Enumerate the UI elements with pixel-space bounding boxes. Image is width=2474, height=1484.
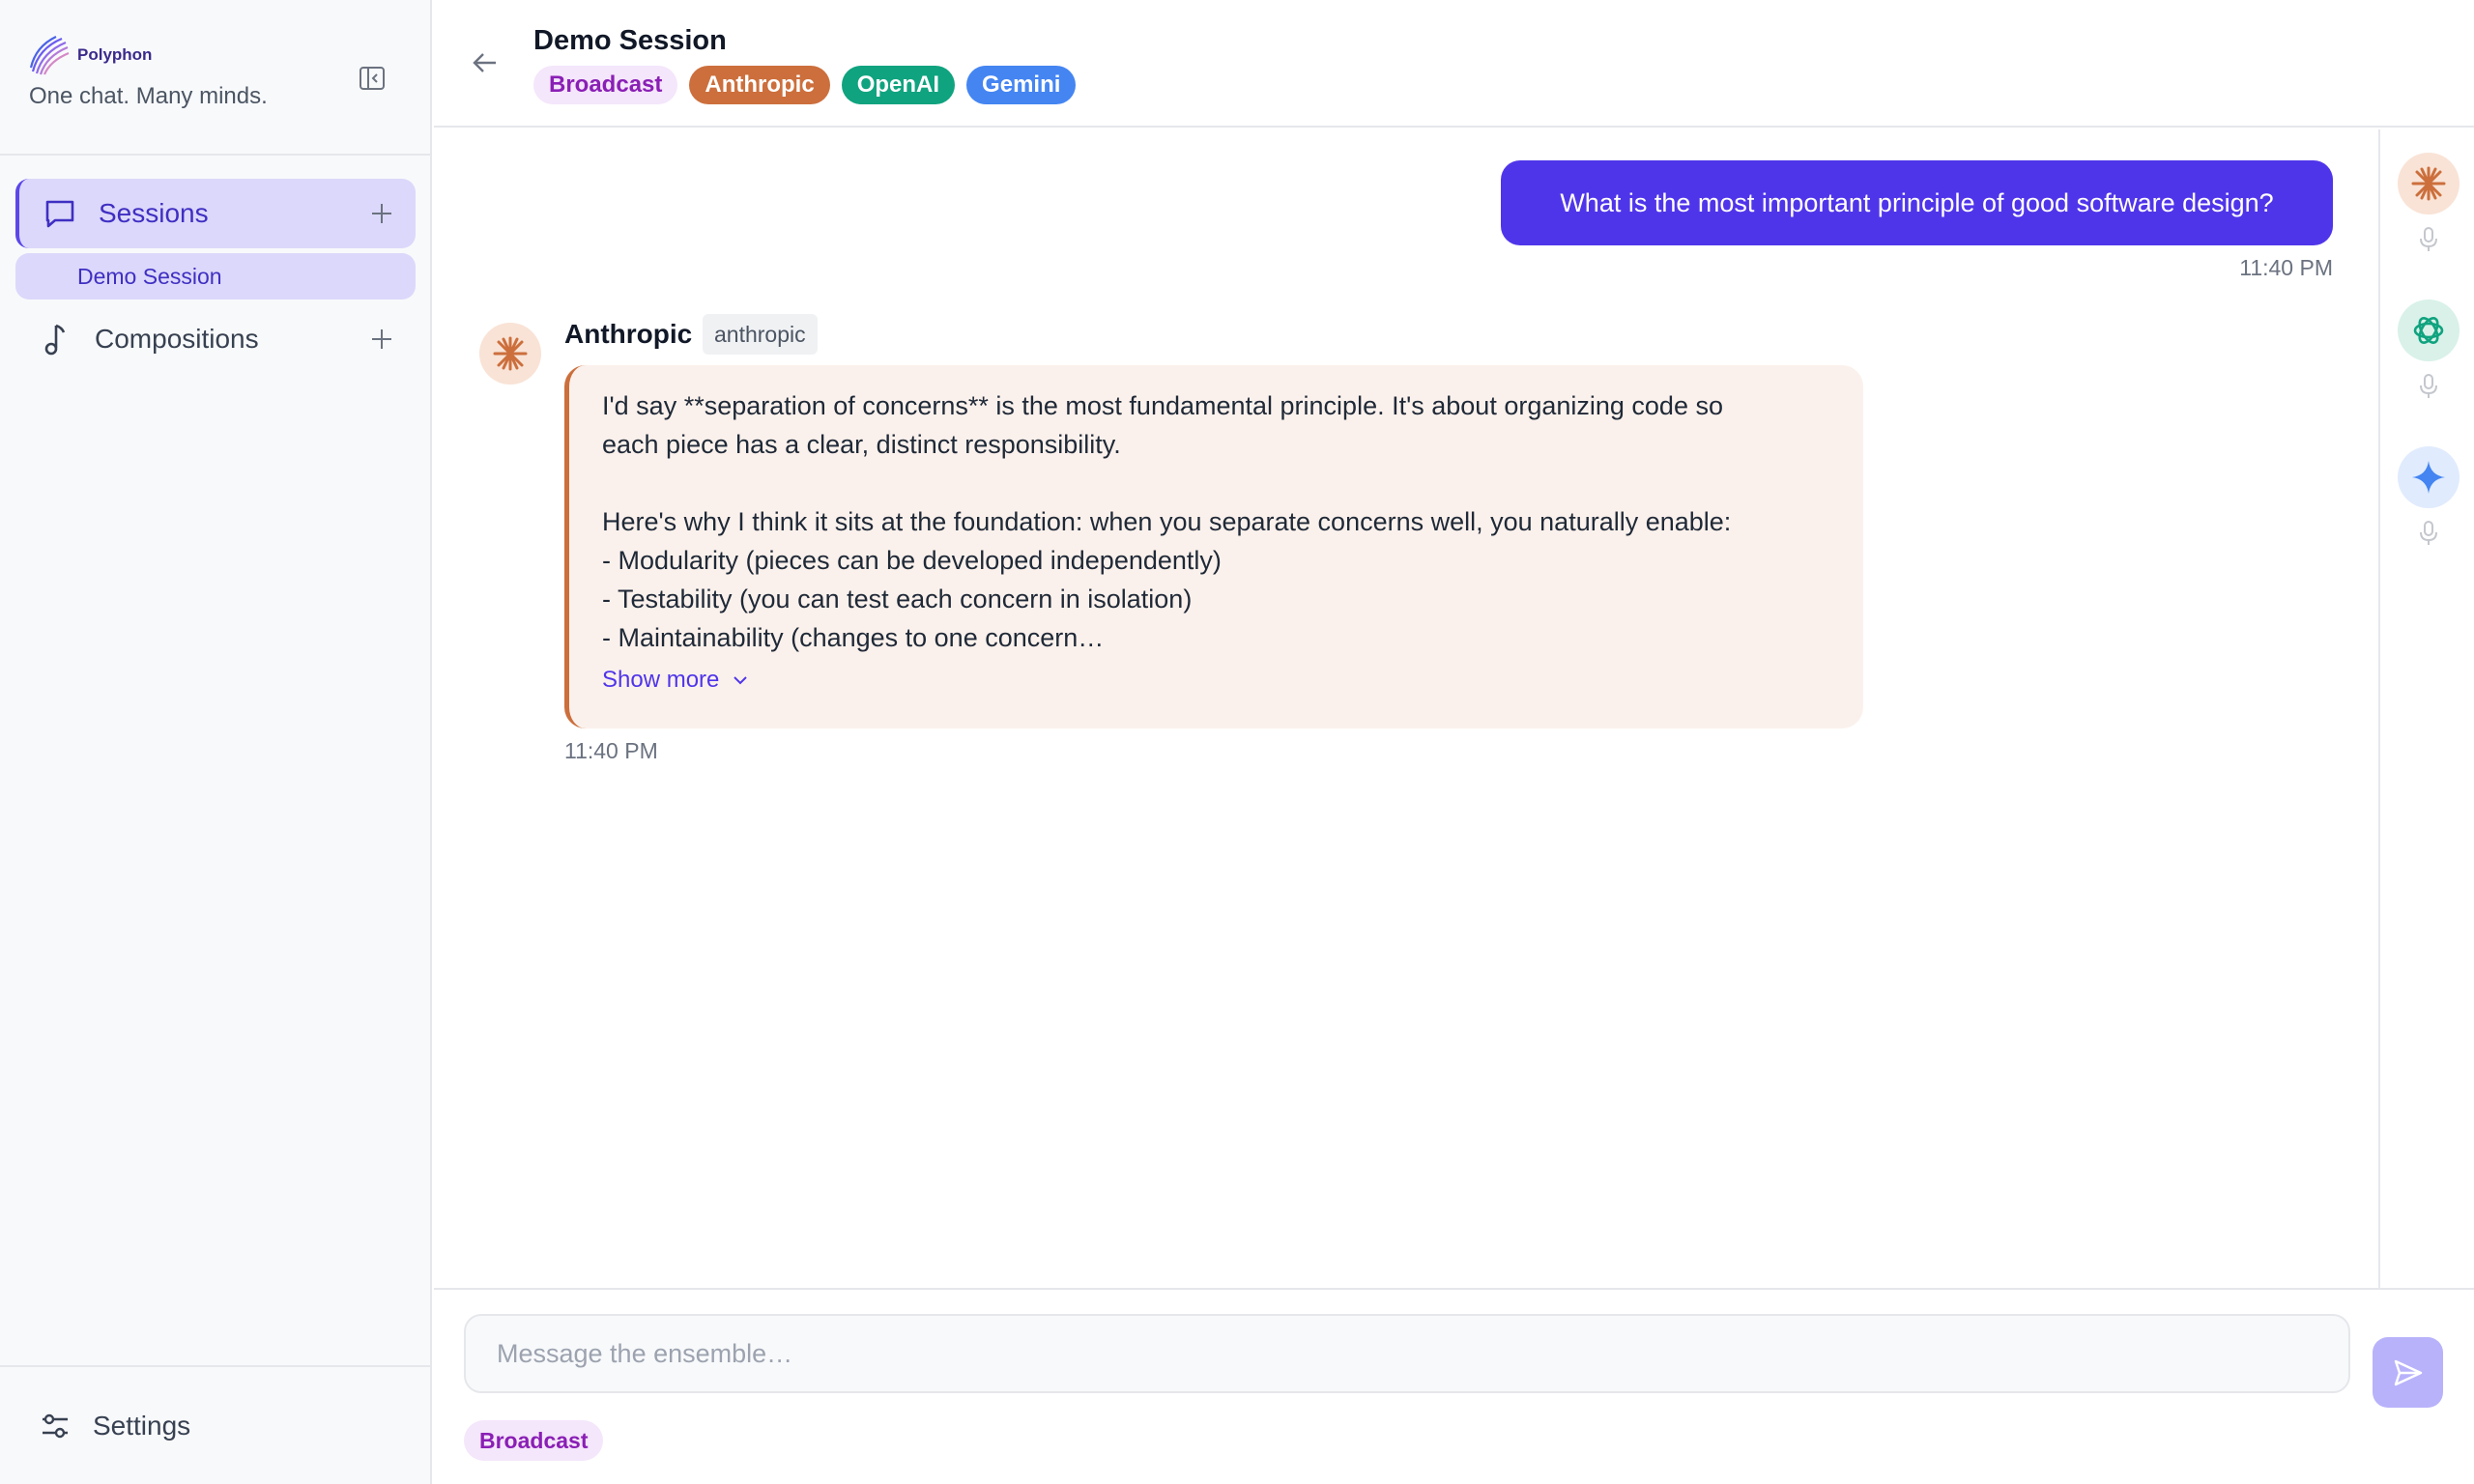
chip-openai[interactable]: OpenAI [841,66,956,104]
session-header: Demo Session Broadcast Anthropic OpenAI … [434,0,2474,128]
message-line: - Testability (you can test each concern… [602,585,1193,614]
polyphon-logo-icon [29,36,70,75]
assistant-message-time: 11:40 PM [564,738,658,763]
composer-mode-chip[interactable]: Broadcast [464,1420,604,1461]
sidebar: Polyphon One chat. Many minds. Sessions … [0,0,432,1484]
microphone-icon[interactable] [2417,226,2440,253]
show-more-label: Show more [602,667,720,693]
message-line: - Maintainability (changes to one concer… [602,623,1105,652]
sidebar-collapse-button[interactable] [356,62,388,95]
message-line: each piece has a clear, distinct respons… [602,430,1121,459]
chip-gemini[interactable]: Gemini [966,66,1077,104]
assistant-message-bubble: I'd say **separation of concerns** is th… [564,365,1863,728]
sidebar-item-label: Compositions [95,324,259,354]
chat-bubble-icon [45,200,74,228]
voice-chips: Broadcast Anthropic OpenAI Gemini [533,66,1077,104]
assistant-name: Anthropic [564,319,693,349]
sidebar-item-compositions[interactable]: Compositions [15,305,416,373]
chip-broadcast[interactable]: Broadcast [533,66,678,104]
microphone-icon[interactable] [2417,520,2440,547]
show-more-button[interactable]: Show more [602,667,1830,694]
message-input[interactable] [464,1314,2350,1393]
rail-gemini-avatar[interactable] [2398,446,2460,508]
new-session-plus-icon[interactable] [369,201,394,226]
sidebar-item-label: Sessions [99,198,209,228]
brand: Polyphon One chat. Many minds. [29,35,396,122]
sidebar-item-label: Settings [93,1411,191,1441]
chevron-down-icon [734,676,748,685]
user-message-time: 11:40 PM [2239,255,2333,280]
voices-rail [2378,129,2474,1289]
user-message-bubble: What is the most important principle of … [1501,160,2333,245]
sliders-icon [43,1413,68,1439]
message-line: Here's why I think it sits at the founda… [602,507,1732,536]
composer-divider [434,1288,2474,1290]
openai-icon [2413,317,2444,344]
sidebar-divider [0,154,432,156]
chip-anthropic[interactable]: Anthropic [689,66,830,104]
message-line-break [602,464,1830,502]
music-note-icon [44,324,66,356]
sidebar-item-settings[interactable]: Settings [39,1399,190,1453]
app-name: Polyphon [77,45,153,64]
sidebar-bottom-divider [0,1365,432,1367]
sidebar-collapse-icon [360,67,385,90]
new-composition-plus-icon[interactable] [369,327,394,352]
send-icon [2394,1359,2422,1385]
sidebar-item-sessions[interactable]: Sessions [15,179,416,248]
send-button[interactable] [2373,1337,2443,1408]
anthropic-icon [2411,166,2446,201]
rail-anthropic-avatar[interactable] [2398,153,2460,214]
back-arrow-icon[interactable] [469,46,502,79]
rail-openai-avatar[interactable] [2398,300,2460,361]
sidebar-session-demo[interactable]: Demo Session [15,253,416,300]
message-line: I'd say **separation of concerns** is th… [602,391,1723,420]
assistant-provider-tag: anthropic [703,314,818,355]
app-tagline: One chat. Many minds. [29,83,268,109]
assistant-avatar [479,323,541,385]
message-line: - Modularity (pieces can be developed in… [602,546,1222,575]
microphone-icon[interactable] [2417,373,2440,400]
anthropic-icon [493,336,528,371]
gemini-icon [2412,461,2445,494]
session-title: Demo Session [533,25,727,56]
